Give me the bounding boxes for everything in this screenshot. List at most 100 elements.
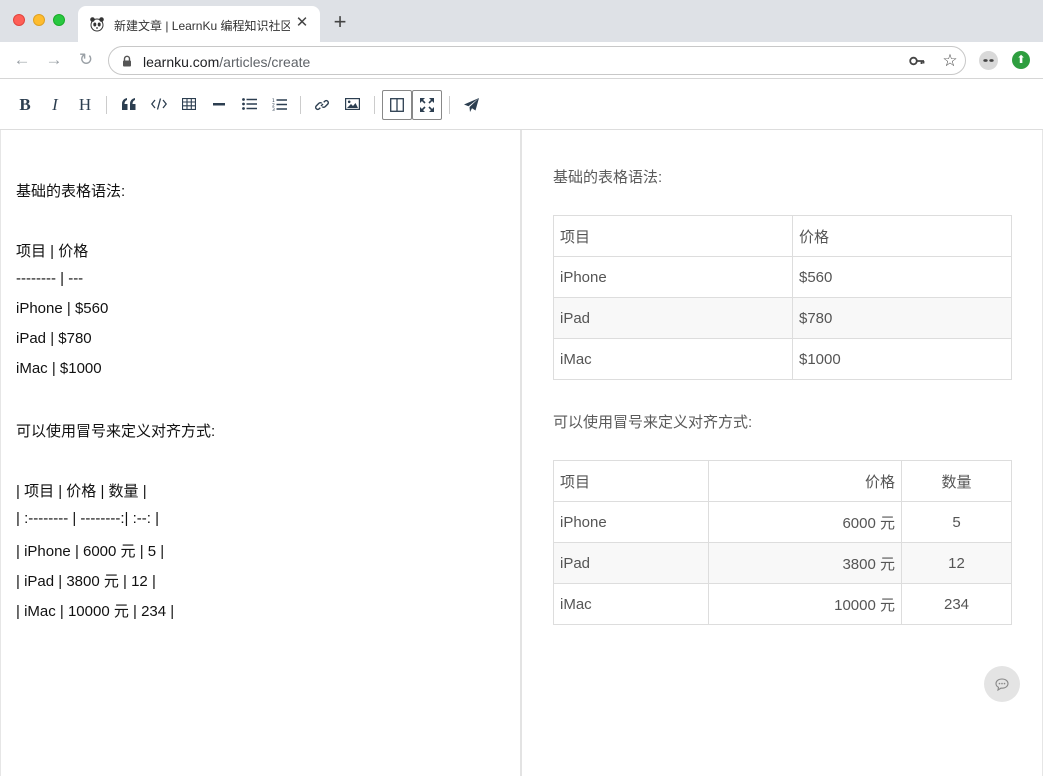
close-window-button[interactable] <box>13 14 25 26</box>
editor-line: | iPhone | 6000 元 | 5 | <box>16 543 165 560</box>
unordered-list-button[interactable] <box>235 92 263 118</box>
table-cell: $780 <box>792 297 1012 339</box>
bookmark-star-icon[interactable]: ☆ <box>941 52 959 70</box>
extension-avatar-icon[interactable] <box>979 51 998 70</box>
editor-line: | 项目 | 价格 | 数量 | <box>16 483 147 500</box>
minimize-window-button[interactable] <box>33 14 45 26</box>
quote-button[interactable] <box>115 92 143 118</box>
chat-button[interactable] <box>984 666 1020 702</box>
link-button[interactable] <box>308 92 336 118</box>
browser-navbar: ← → ↻ learnku.com/articles/create ☆ ⬆ <box>0 42 1043 79</box>
panda-favicon-icon <box>90 17 104 32</box>
table-header-cell: 价格 <box>792 215 1012 257</box>
table-cell: iPhone <box>553 501 709 543</box>
table-header-cell: 数量 <box>901 460 1012 502</box>
table-row: iMac $1000 <box>553 338 1012 380</box>
markdown-editor[interactable]: 基础的表格语法: 项目 | 价格 -------- | --- iPhone | $5… <box>0 130 522 776</box>
url-path: /articles/create <box>219 54 311 70</box>
editor-line: iMac | $1000 <box>16 360 102 377</box>
table-icon <box>181 97 197 111</box>
fullscreen-button[interactable] <box>412 90 442 120</box>
bullet-list-icon <box>241 98 257 110</box>
table-cell: 234 <box>901 583 1012 625</box>
ordered-list-button[interactable]: 1 2 3 <box>265 92 293 118</box>
toolbar-divider <box>106 96 107 114</box>
publish-button[interactable] <box>457 92 485 118</box>
side-by-side-button[interactable] <box>382 90 412 120</box>
table-cell: iMac <box>553 338 793 380</box>
address-bar[interactable]: learnku.com/articles/create ☆ <box>108 46 966 75</box>
table-header-cell: 项目 <box>553 215 793 257</box>
table-header-row: 项目 价格 <box>553 215 1012 257</box>
table-row: iMac 10000 元 234 <box>553 583 1012 625</box>
url-text: learnku.com/articles/create <box>143 54 310 70</box>
italic-button[interactable]: I <box>41 92 69 118</box>
key-icon[interactable] <box>909 54 925 68</box>
columns-icon <box>390 98 404 112</box>
image-button[interactable] <box>338 92 366 118</box>
bold-button[interactable]: B <box>11 92 39 118</box>
paper-plane-icon <box>463 98 479 112</box>
maximize-window-button[interactable] <box>53 14 65 26</box>
editor-toolbar: B I H 1 2 3 <box>0 80 1043 130</box>
table-cell: 5 <box>901 501 1012 543</box>
editor-line: -------- | --- <box>16 270 84 287</box>
chat-bubble-icon <box>995 678 1009 692</box>
table-cell: $1000 <box>792 338 1012 380</box>
markdown-preview: 基础的表格语法: 项目 价格 iPhone $560 iPad $780 iMa… <box>522 130 1043 776</box>
forward-arrow-icon[interactable]: → <box>43 50 65 70</box>
preview-heading-basic: 基础的表格语法: <box>553 169 663 186</box>
preview-heading-alignment: 可以使用冒号来定义对齐方式: <box>553 414 753 431</box>
editor-line: 项目 | 价格 <box>16 243 89 260</box>
table-cell: 3800 元 <box>708 542 902 584</box>
alien-face-icon <box>983 59 994 62</box>
lock-icon <box>123 55 131 67</box>
tab-close-icon[interactable]: ✕ <box>294 14 310 32</box>
table-cell: 10000 元 <box>708 583 902 625</box>
table-cell: iPad <box>553 542 709 584</box>
link-icon <box>315 99 329 111</box>
table-cell: iMac <box>553 583 709 625</box>
table-cell: $560 <box>792 256 1012 298</box>
editor-line: iPad | $780 <box>16 330 92 347</box>
fullscreen-icon <box>419 97 435 113</box>
svg-text:3: 3 <box>272 107 275 111</box>
preview-table-aligned: 项目 价格 数量 iPhone 6000 元 5 iPad 3800 元 12 … <box>553 460 1012 625</box>
editor-line: 基础的表格语法: <box>16 183 126 200</box>
quote-icon <box>122 98 136 110</box>
table-header-cell: 项目 <box>553 460 709 502</box>
code-button[interactable] <box>145 92 173 118</box>
table-header-cell: 价格 <box>708 460 902 502</box>
update-arrow-icon[interactable]: ⬆ <box>1012 51 1030 69</box>
table-header-row: 项目 价格 数量 <box>553 460 1012 502</box>
image-icon <box>344 98 360 111</box>
editor-line: | :-------- | --------:| :--: | <box>16 510 160 527</box>
new-tab-button[interactable]: + <box>329 11 351 33</box>
table-row: iPad $780 <box>553 297 1012 339</box>
editor-line: | iPad | 3800 元 | 12 | <box>16 573 156 590</box>
preview-table-basic: 项目 价格 iPhone $560 iPad $780 iMac $1000 <box>553 215 1012 380</box>
horizontal-rule-button[interactable] <box>205 92 233 118</box>
table-cell: iPhone <box>553 256 793 298</box>
table-row: iPhone $560 <box>553 256 1012 298</box>
toolbar-divider <box>449 96 450 114</box>
table-row: iPhone 6000 元 5 <box>553 501 1012 543</box>
code-icon <box>150 98 168 110</box>
horizontal-rule-icon <box>213 103 225 106</box>
table-cell: 12 <box>901 542 1012 584</box>
browser-titlebar: 新建文章 | LearnKu 编程知识社区 ✕ + <box>0 0 1043 42</box>
editor-line: 可以使用冒号来定义对齐方式: <box>16 423 216 440</box>
reload-icon[interactable]: ↻ <box>75 50 97 70</box>
toolbar-divider <box>300 96 301 114</box>
editor-line: iPhone | $560 <box>16 300 109 317</box>
tab-title: 新建文章 | LearnKu 编程知识社区 <box>114 19 290 33</box>
editor-line: | iMac | 10000 元 | 234 | <box>16 603 175 620</box>
url-host: learnku.com <box>143 54 220 70</box>
heading-button[interactable]: H <box>71 92 99 118</box>
numbered-list-icon: 1 2 3 <box>272 98 287 113</box>
table-row: iPad 3800 元 12 <box>553 542 1012 584</box>
browser-tab[interactable]: 新建文章 | LearnKu 编程知识社区 ✕ <box>78 6 320 42</box>
table-button[interactable] <box>175 92 203 118</box>
back-arrow-icon[interactable]: ← <box>11 50 33 70</box>
toolbar-divider <box>374 96 375 114</box>
